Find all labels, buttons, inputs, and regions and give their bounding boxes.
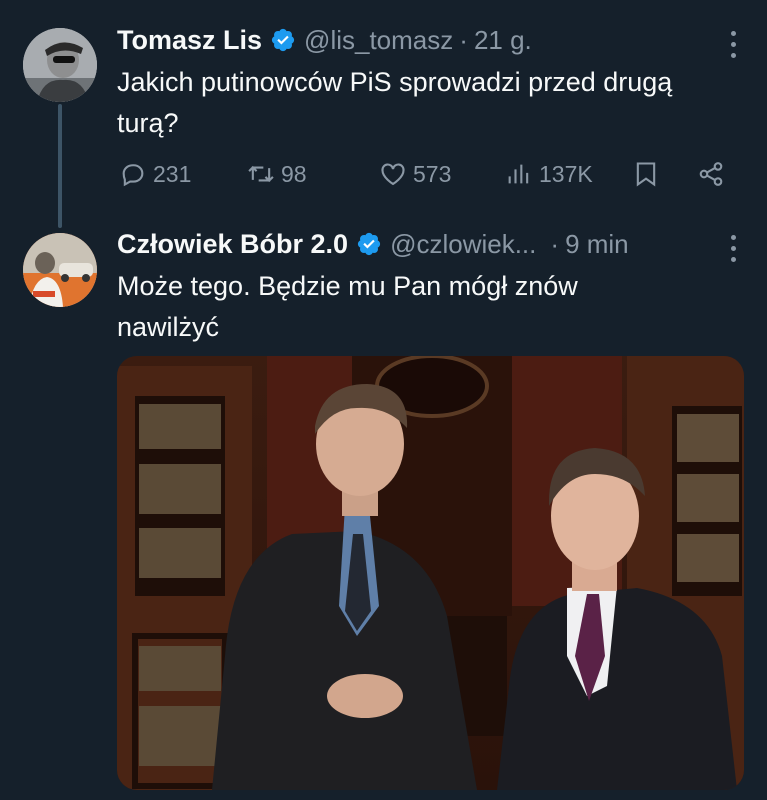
profile-photo-icon	[23, 233, 97, 307]
retweet-icon	[248, 165, 274, 183]
verified-badge-icon	[357, 232, 381, 256]
tweet-text: Jakich putinowców PiS sprowadzi przed dr…	[117, 67, 673, 138]
tweet-header: Człowiek Bóbr 2.0 @czlowiek... · 9 min	[117, 228, 629, 260]
views-button[interactable]: 137K	[505, 160, 593, 188]
like-count: 573	[413, 160, 452, 187]
bookmark-icon	[636, 162, 656, 187]
bookmark-button[interactable]	[632, 160, 660, 188]
more-options-icon[interactable]	[729, 31, 737, 58]
display-name[interactable]: Człowiek Bóbr 2.0	[117, 229, 348, 260]
reply-icon	[122, 164, 144, 187]
tweet-1[interactable]: Tomasz Lis @lis_tomasz · 21 g. Jakich pu…	[0, 0, 767, 228]
handle[interactable]: @czlowiek...	[390, 229, 536, 260]
verified-badge-icon	[271, 28, 295, 52]
avatar[interactable]	[23, 233, 97, 307]
photo-two-men-library-icon	[117, 356, 744, 790]
view-count: 137K	[539, 160, 593, 187]
share-button[interactable]	[697, 160, 725, 188]
timestamp[interactable]: 21 g.	[474, 25, 532, 56]
views-chart-icon	[508, 164, 529, 184]
retweet-count: 98	[281, 160, 307, 187]
tweet-photo[interactable]	[117, 356, 744, 790]
tweet-2[interactable]: Człowiek Bóbr 2.0 @czlowiek... · 9 min M…	[0, 220, 767, 800]
action-bar: 231 98 573 137K	[117, 160, 737, 194]
retweet-button[interactable]: 98	[247, 160, 307, 188]
profile-photo-icon	[23, 28, 97, 102]
separator: ·	[550, 228, 560, 259]
display-name[interactable]: Tomasz Lis	[117, 25, 262, 56]
heart-icon	[381, 163, 405, 186]
share-icon	[699, 162, 723, 186]
separator: ·	[459, 24, 468, 55]
reply-count: 231	[153, 160, 192, 187]
tweet-header: Tomasz Lis @lis_tomasz · 21 g.	[117, 24, 532, 56]
thread-line	[58, 104, 62, 228]
more-options-icon[interactable]	[729, 235, 737, 262]
like-button[interactable]: 573	[379, 160, 451, 188]
handle[interactable]: @lis_tomasz	[304, 25, 453, 56]
tweet-text: Może tego. Będzie mu Pan mógł znów nawil…	[117, 271, 578, 342]
avatar[interactable]	[23, 28, 97, 102]
reply-button[interactable]: 231	[119, 160, 191, 188]
timestamp[interactable]: 9 min	[565, 229, 629, 260]
